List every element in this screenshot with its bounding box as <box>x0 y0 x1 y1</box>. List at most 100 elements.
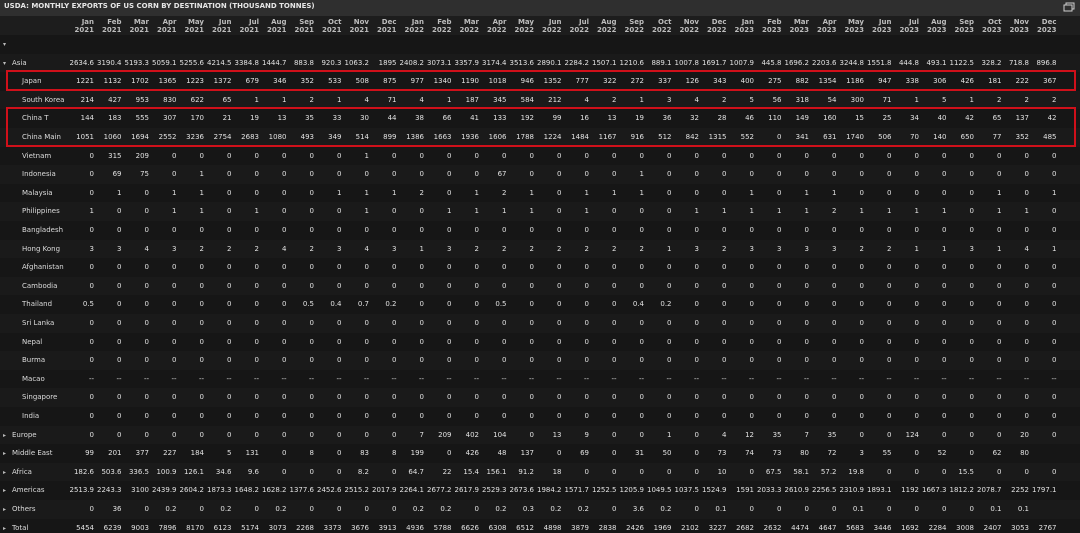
table-cell: 1007.9 <box>729 58 755 67</box>
table-cell: 2310.9 <box>839 486 865 495</box>
table-cell: 0.2 <box>412 505 424 513</box>
column-header-year: 2023 <box>927 26 947 34</box>
table-cell: 0 <box>502 337 507 346</box>
table-cell: 1 <box>804 207 809 216</box>
column-header-year: 2021 <box>294 26 314 34</box>
expand-icon[interactable]: ▸ <box>3 468 6 477</box>
row-label: South Korea <box>22 95 65 104</box>
table-cell: 72 <box>827 449 837 458</box>
table-cell: 1 <box>942 244 947 253</box>
table-cell: 0 <box>969 356 974 365</box>
table-cell: 0 <box>584 151 589 160</box>
table-cell: 0 <box>639 412 644 420</box>
table-cell: 0 <box>639 319 644 327</box>
table-cell: 503.6 <box>101 467 122 476</box>
table-cell: 0 <box>1024 300 1029 309</box>
table-cell: -- <box>858 374 864 383</box>
table-cell: 52 <box>937 449 947 458</box>
table-cell: 0 <box>502 281 507 290</box>
table-cell: -- <box>363 374 369 383</box>
table-cell: 0 <box>199 505 204 513</box>
table-cell: 2264.1 <box>399 486 425 495</box>
table-cell: 181 <box>988 77 1002 86</box>
column-header-year: 2022 <box>404 26 424 34</box>
table-cell: 0 <box>997 412 1002 420</box>
table-cell: 1 <box>777 207 782 216</box>
table-cell: 0 <box>199 337 204 346</box>
table-cell: 212 <box>548 95 562 104</box>
table-cell: 1507.1 <box>592 58 617 67</box>
row-label: Macao <box>22 374 45 383</box>
table-cell: 3 <box>694 244 699 253</box>
table-cell: 0 <box>172 356 177 365</box>
table-cell: 0 <box>282 430 287 439</box>
column-header-year: 2022 <box>459 26 479 34</box>
table-cell: 0 <box>172 281 177 290</box>
table-cell: 2677.2 <box>427 486 452 495</box>
table-cell: 1 <box>364 151 369 160</box>
column-header-year: 2023 <box>734 26 754 34</box>
table-cell: 0 <box>777 337 782 346</box>
table-cell: 0 <box>694 430 699 439</box>
table-cell: 0 <box>859 319 864 327</box>
table-cell: 377 <box>135 449 149 458</box>
table-cell: 65 <box>222 95 232 104</box>
table-cell: 3008 <box>956 523 974 532</box>
table-cell: 0 <box>144 281 149 290</box>
table-cell: 0 <box>1052 226 1057 234</box>
table-cell: 0 <box>502 393 507 402</box>
table-cell: 58.1 <box>793 467 809 476</box>
expand-icon[interactable]: ▸ <box>3 431 6 440</box>
table-cell: 0 <box>887 151 892 160</box>
table-cell: 0 <box>309 505 314 513</box>
table-cell: 0 <box>309 207 314 216</box>
collapse-icon[interactable]: ▾ <box>3 40 6 49</box>
expand-icon[interactable]: ▸ <box>3 524 6 533</box>
collapse-icon[interactable]: ▾ <box>3 59 6 68</box>
table-cell: -- <box>501 374 507 383</box>
table-cell: 0 <box>309 170 314 179</box>
table-cell: 0 <box>309 263 314 272</box>
table-cell: 21 <box>222 114 232 123</box>
table-cell: 0 <box>337 263 342 272</box>
table-cell: 0 <box>777 151 782 160</box>
table-cell: 0 <box>144 300 149 309</box>
table-cell: 0 <box>199 430 204 439</box>
expand-icon[interactable]: ▸ <box>3 486 6 495</box>
table-cell: 0 <box>447 151 452 160</box>
table-cell: 0 <box>364 319 369 327</box>
table-cell: 1190 <box>461 77 479 86</box>
table-cell: 66 <box>442 114 452 123</box>
expand-icon[interactable]: ▸ <box>3 505 6 514</box>
table-cell: 5 <box>749 95 754 104</box>
table-cell: 0 <box>447 337 452 346</box>
table-cell: 2 <box>1024 95 1029 104</box>
table-cell: 328.2 <box>981 58 1002 67</box>
table-cell: 3357.9 <box>454 58 480 67</box>
table-cell: 0.4 <box>330 300 342 309</box>
table-cell: 3446 <box>873 523 892 532</box>
table-cell: 0 <box>832 337 837 346</box>
table-cell: 0 <box>364 356 369 365</box>
table-cell: 0 <box>282 337 287 346</box>
table-cell: 0 <box>667 393 672 402</box>
table-cell: 2017.9 <box>372 486 397 495</box>
table-cell: 0 <box>254 263 259 272</box>
table-cell: 70 <box>910 133 919 141</box>
table-cell: 0 <box>254 505 259 513</box>
table-cell: 1 <box>584 188 589 197</box>
expand-icon[interactable]: ▸ <box>3 449 6 458</box>
table-cell: 1606 <box>488 133 507 141</box>
table-cell: 0 <box>612 300 617 309</box>
table-cell: 0 <box>832 393 837 402</box>
app-window: USDA: MONTHLY EXPORTS OF US CORN BY DEST… <box>0 0 1080 533</box>
table-cell: 5255.6 <box>179 58 205 67</box>
table-cell: 0 <box>529 263 534 272</box>
table-cell: 0 <box>474 393 479 402</box>
restore-icon[interactable] <box>1062 2 1076 13</box>
table-cell: 18 <box>552 467 562 476</box>
table-cell: 71 <box>387 95 397 104</box>
table-cell: 0 <box>447 226 452 234</box>
table-cell: 8170 <box>186 523 204 532</box>
table-cell: 0 <box>612 151 617 160</box>
